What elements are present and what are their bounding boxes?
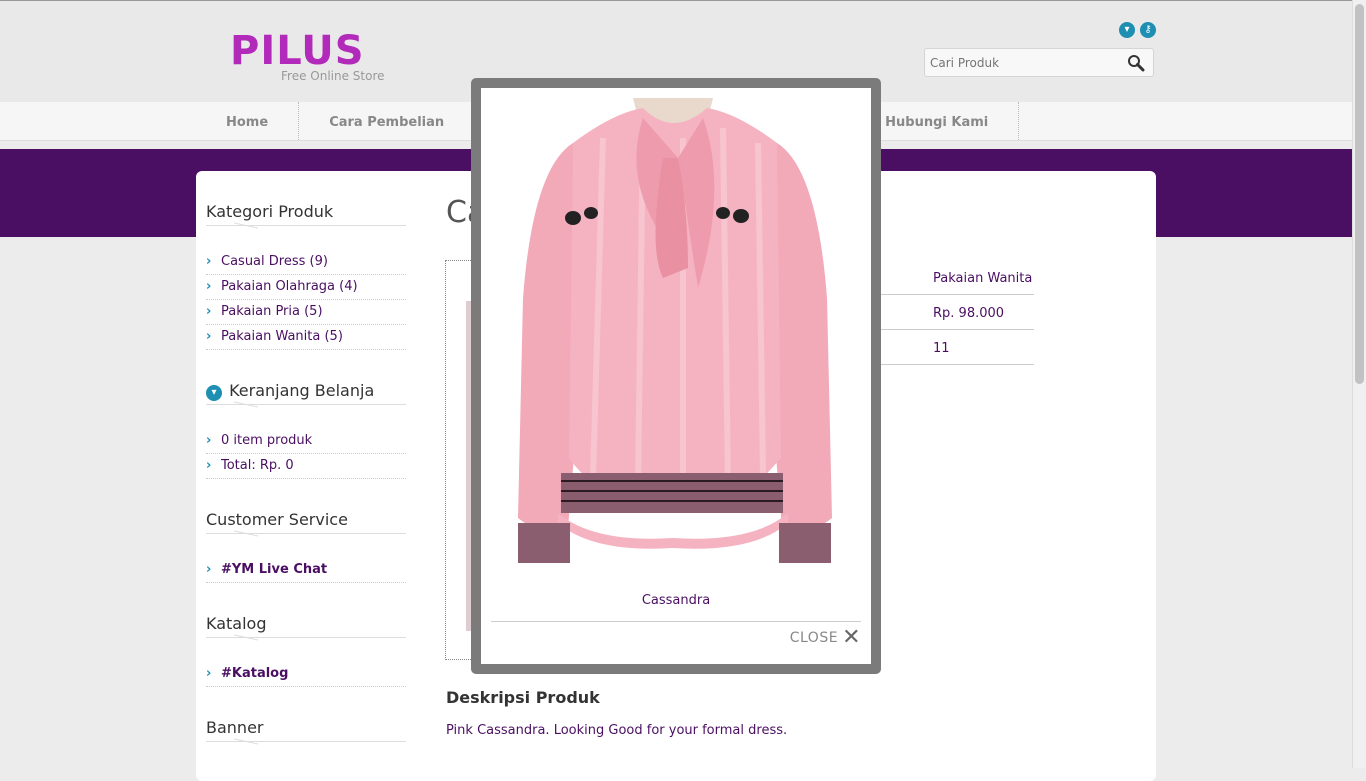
search-box xyxy=(924,48,1154,77)
cart-total[interactable]: Total: Rp. 0 xyxy=(206,454,406,479)
lightbox-caption: Cassandra xyxy=(641,593,711,608)
nav-item-home[interactable]: Home xyxy=(196,102,300,140)
cart-icon[interactable]: ▾ xyxy=(1119,22,1135,38)
category-item[interactable]: Pakaian Olahraga (4) xyxy=(206,275,406,300)
description-text: Pink Cassandra. Looking Good for your fo… xyxy=(446,723,788,738)
info-row-price: Rp. 98.000 xyxy=(876,295,1034,330)
category-item[interactable]: Pakaian Pria (5) xyxy=(206,300,406,325)
info-row-category: Pakaian Wanita xyxy=(876,260,1034,295)
divider xyxy=(206,533,406,554)
logo[interactable]: PILUS Free Online Store xyxy=(230,28,385,83)
cart-icon: ▾ xyxy=(206,385,222,401)
logo-text: PILUS xyxy=(230,28,365,74)
lightbox: Cassandra CLOSE ✕ xyxy=(471,78,881,674)
customer-service-title: Customer Service xyxy=(206,510,348,529)
catalog-link[interactable]: #Katalog xyxy=(206,662,406,687)
info-price: Rp. 98.000 xyxy=(933,306,1005,321)
close-icon[interactable]: ✕ xyxy=(842,627,861,649)
description-title: Deskripsi Produk xyxy=(446,688,600,707)
categories-title: Kategori Produk xyxy=(206,202,334,221)
key-icon[interactable]: ⚷ xyxy=(1140,22,1156,38)
category-item[interactable]: Casual Dress (9) xyxy=(206,250,406,275)
lightbox-content: Cassandra CLOSE ✕ xyxy=(481,88,871,664)
close-button[interactable]: CLOSE ✕ xyxy=(789,627,861,649)
sidebar: Kategori Produk Casual Dress (9) Pakaian… xyxy=(206,171,406,766)
info-stock: 11 xyxy=(933,341,950,356)
nav-item-cara-pembelian[interactable]: Cara Pembelian xyxy=(299,102,476,140)
scrollbar[interactable] xyxy=(1352,0,1366,768)
info-category[interactable]: Pakaian Wanita xyxy=(933,260,1032,298)
top-icons: ▾ ⚷ xyxy=(1119,22,1156,38)
category-item[interactable]: Pakaian Wanita (5) xyxy=(206,325,406,350)
ym-live-chat-link[interactable]: #YM Live Chat xyxy=(206,558,406,583)
search-input[interactable] xyxy=(925,49,1120,76)
divider xyxy=(206,225,406,246)
close-label: CLOSE xyxy=(789,630,839,646)
divider xyxy=(206,404,406,425)
info-row-stock: 11 xyxy=(876,330,1034,365)
scrollbar-thumb[interactable] xyxy=(1355,4,1364,384)
cart-item-count[interactable]: 0 item produk xyxy=(206,429,406,454)
catalog-title: Katalog xyxy=(206,614,267,633)
product-info-table: Pakaian Wanita Rp. 98.000 11 xyxy=(876,260,1034,365)
customer-service-list: #YM Live Chat xyxy=(206,558,406,583)
cart-title-label: Keranjang Belanja xyxy=(229,381,375,400)
divider xyxy=(491,621,861,622)
divider xyxy=(206,741,406,762)
divider xyxy=(206,637,406,658)
search-icon[interactable] xyxy=(1127,54,1145,72)
categories-list: Casual Dress (9) Pakaian Olahraga (4) Pa… xyxy=(206,250,406,350)
banner-title: Banner xyxy=(206,718,264,737)
cart-list: 0 item produk Total: Rp. 0 xyxy=(206,429,406,479)
product-photo xyxy=(513,98,837,570)
logo-tagline: Free Online Store xyxy=(281,69,385,83)
catalog-list: #Katalog xyxy=(206,662,406,687)
cart-title: ▾ Keranjang Belanja xyxy=(206,378,406,404)
